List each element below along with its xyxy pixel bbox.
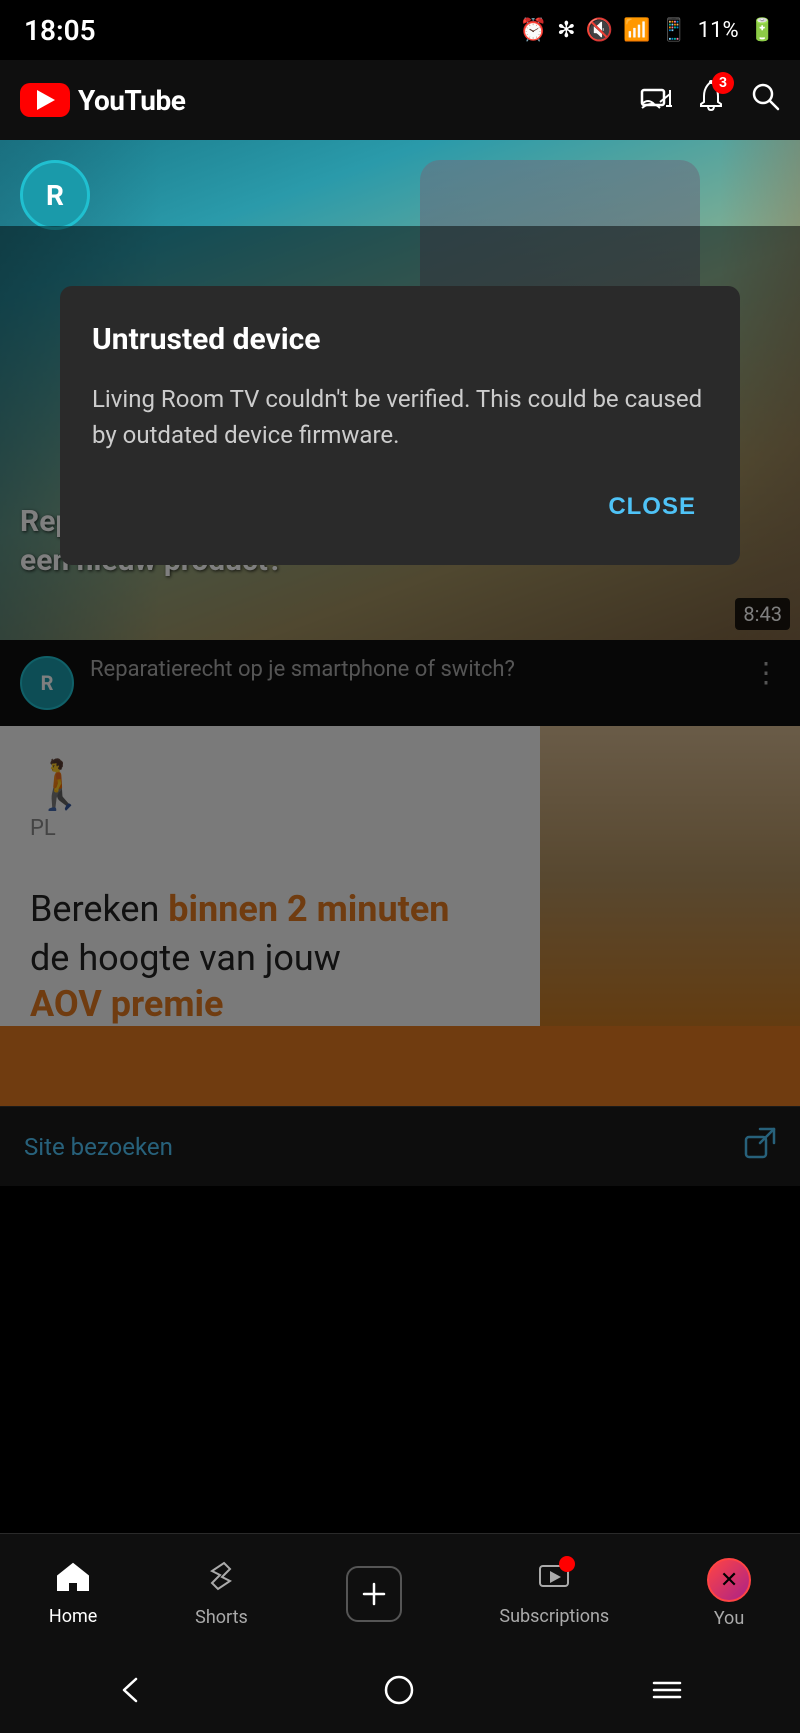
bottom-nav: Home Shorts Subscriptions <box>0 1533 800 1653</box>
yt-wordmark: YouTube <box>78 84 185 117</box>
dialog-title: Untrusted device <box>92 322 708 357</box>
nav-item-home[interactable]: Home <box>49 1560 97 1627</box>
nav-item-shorts[interactable]: Shorts <box>195 1559 248 1628</box>
sys-nav <box>0 1653 800 1733</box>
nav-item-create[interactable] <box>346 1566 402 1622</box>
untrusted-device-dialog: Untrusted device Living Room TV couldn't… <box>60 286 740 565</box>
dialog-close-button[interactable]: CLOSE <box>596 485 708 529</box>
mute-icon: 🔇 <box>586 18 613 43</box>
signal-icon: 📱 <box>660 18 687 43</box>
subscriptions-badge <box>559 1556 575 1572</box>
yt-play-triangle <box>37 90 55 110</box>
nav-actions: 3 <box>640 80 780 120</box>
nav-label-subscriptions: Subscriptions <box>499 1606 609 1627</box>
recent-apps-button[interactable] <box>652 1675 682 1712</box>
alarm-icon: ⏰ <box>520 18 547 43</box>
dialog-actions: CLOSE <box>92 485 708 529</box>
create-icon[interactable] <box>346 1566 402 1622</box>
search-button[interactable] <box>750 81 780 119</box>
cast-button[interactable] <box>640 83 672 118</box>
bluetooth-icon: ✻ <box>557 18 575 43</box>
dialog-message: Living Room TV couldn't be verified. Thi… <box>92 381 708 453</box>
nav-bar: YouTube 3 <box>0 60 800 140</box>
status-bar: 18:05 ⏰ ✻ 🔇 📶 📱 11% 🔋 <box>0 0 800 60</box>
nav-item-subscriptions[interactable]: Subscriptions <box>499 1560 609 1627</box>
home-icon <box>56 1560 90 1600</box>
youtube-logo: YouTube <box>20 83 185 117</box>
channel-icon-hero: R <box>20 160 90 230</box>
status-time: 18:05 <box>24 14 96 47</box>
shorts-icon <box>204 1559 238 1601</box>
nav-label-shorts: Shorts <box>195 1607 248 1628</box>
status-icons: ⏰ ✻ 🔇 📶 📱 11% 🔋 <box>520 18 776 43</box>
feed-section: 🚶 PL Bereken binnen 2 minuten de hoogte … <box>0 726 800 1186</box>
wifi-icon: 📶 <box>623 18 650 43</box>
back-button[interactable] <box>118 1673 146 1714</box>
battery-icon: 🔋 <box>749 18 776 43</box>
you-avatar: ✕ <box>707 1558 751 1602</box>
nav-item-you[interactable]: ✕ You <box>707 1558 751 1629</box>
notification-badge: 3 <box>712 72 734 94</box>
yt-icon <box>20 83 70 117</box>
notifications-button[interactable]: 3 <box>696 80 726 120</box>
battery-level: 11% <box>698 18 739 43</box>
home-button[interactable] <box>382 1673 416 1714</box>
nav-label-home: Home <box>49 1606 97 1627</box>
nav-label-you: You <box>714 1608 744 1629</box>
subscriptions-icon <box>537 1560 571 1600</box>
